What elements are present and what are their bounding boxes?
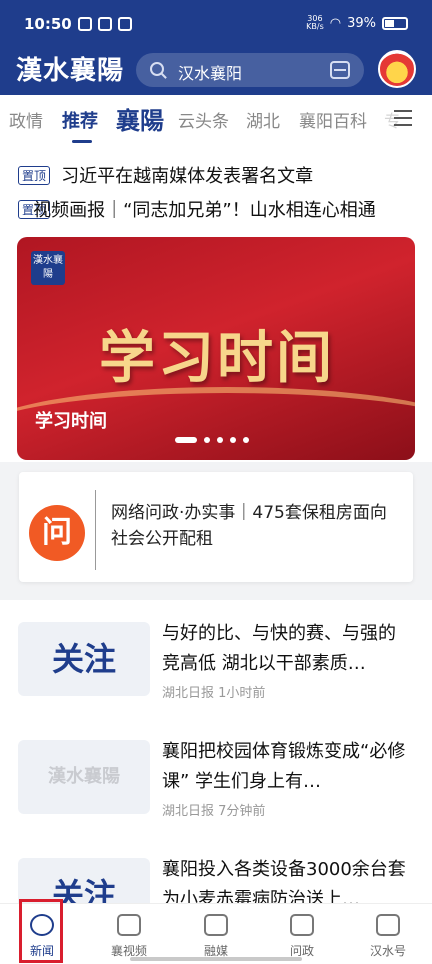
pinned-badge: 置顶 bbox=[18, 165, 51, 185]
channel-menu-icon[interactable] bbox=[394, 110, 412, 126]
pinned-title: 视频画报｜“同志加兄弟”！山水相连心相通 bbox=[33, 200, 376, 221]
nav-video[interactable]: 襄视频 bbox=[89, 914, 169, 959]
chat-icon bbox=[290, 914, 314, 936]
carousel-dot[interactable] bbox=[243, 437, 249, 443]
nav-label: 问政 bbox=[289, 944, 314, 958]
carousel-dot[interactable] bbox=[217, 437, 223, 443]
status-bar: 10:50 306 KB/s ◠ 39% bbox=[0, 0, 432, 50]
nav-label: 融媒 bbox=[203, 944, 228, 958]
wenzheng-text: 网络问政·办实事｜475套保租房面向社会公开配租 bbox=[111, 503, 387, 549]
nav-label: 襄视频 bbox=[110, 944, 147, 958]
bottom-nav: 新闻 襄视频 融媒 问政 汉水号 bbox=[0, 903, 432, 964]
pinned-item[interactable]: 置顶 习近平在越南媒体发表署名文章 bbox=[18, 162, 432, 188]
tab-xiangyang[interactable]: 襄陽 bbox=[116, 101, 164, 136]
notification-icon bbox=[98, 17, 112, 31]
play-icon bbox=[117, 914, 141, 936]
carousel-dot[interactable] bbox=[230, 437, 236, 443]
grid-icon bbox=[204, 914, 228, 936]
divider bbox=[95, 490, 96, 570]
carousel-dot[interactable] bbox=[204, 437, 210, 443]
news-time: 1小时前 bbox=[218, 686, 266, 701]
wave-icon bbox=[376, 914, 400, 936]
nav-label: 汉水号 bbox=[369, 944, 406, 958]
news-meta: 湖北日报 1小时前 bbox=[162, 682, 265, 701]
notification-icon bbox=[78, 17, 92, 31]
tab-recommend[interactable]: 推荐 bbox=[62, 107, 98, 133]
carousel-dot-active[interactable] bbox=[175, 437, 197, 443]
status-time: 10:50 bbox=[24, 15, 72, 33]
pinned-item[interactable]: 置顶 视频画报｜“同志加兄弟”！山水相连心相通 bbox=[18, 196, 432, 222]
carousel-dots[interactable] bbox=[175, 437, 249, 443]
wenzheng-card[interactable]: 问 网络问政·办实事｜475套保租房面向社会公开配租 bbox=[19, 472, 413, 582]
wenzheng-icon: 问 bbox=[29, 505, 85, 561]
tab-yuntoutiao[interactable]: 云头条 bbox=[178, 107, 229, 132]
banner-caption: 学习时间 bbox=[35, 411, 107, 432]
net-speed: 306 KB/s bbox=[306, 14, 324, 31]
nav-wenzheng[interactable]: 问政 bbox=[262, 914, 342, 959]
avatar[interactable] bbox=[378, 50, 416, 88]
header: 10:50 306 KB/s ◠ 39% 漢水襄陽 汉水襄阳 bbox=[0, 0, 432, 95]
battery-icon bbox=[382, 16, 408, 30]
news-item[interactable]: 关注 与好的比、与快的赛、与强的竞高低 湖北以干部素质… 湖北日报 1小时前 bbox=[0, 622, 432, 722]
news-meta: 湖北日报 7分钟前 bbox=[162, 800, 265, 819]
nav-hanshuihao[interactable]: 汉水号 bbox=[348, 914, 428, 959]
banner-headline: 学习时间 bbox=[99, 326, 335, 391]
channel-tabs: 政情 推荐 云头条 湖北 襄阳百科 专 bbox=[0, 95, 432, 143]
news-thumbnail: 关注 bbox=[18, 622, 150, 696]
nav-media[interactable]: 融媒 bbox=[176, 914, 256, 959]
status-right: 306 KB/s ◠ 39% bbox=[306, 15, 408, 31]
news-source: 湖北日报 bbox=[162, 686, 215, 701]
active-tab-indicator bbox=[72, 140, 92, 143]
tab-xiangyang-baike[interactable]: 襄阳百科 bbox=[299, 107, 367, 132]
app-logo[interactable]: 漢水襄陽 bbox=[16, 50, 124, 87]
news-title: 襄阳把校园体育锻炼变成“必修课” 学生们身上有… bbox=[162, 741, 406, 792]
search-bar[interactable]: 汉水襄阳 bbox=[136, 53, 364, 87]
news-title: 与好的比、与快的赛、与强的竞高低 湖北以干部素质… bbox=[162, 623, 396, 674]
search-text: 汉水襄阳 bbox=[178, 64, 243, 83]
nav-highlight-box bbox=[19, 899, 63, 963]
notification-icon bbox=[118, 17, 132, 31]
news-time: 7分钟前 bbox=[218, 804, 266, 819]
pinned-title: 习近平在越南媒体发表署名文章 bbox=[61, 166, 314, 187]
tab-zhengqing[interactable]: 政情 bbox=[9, 107, 43, 132]
news-source: 湖北日报 bbox=[162, 804, 215, 819]
search-icon bbox=[150, 62, 164, 76]
news-item[interactable]: 漢水襄陽 襄阳把校园体育锻炼变成“必修课” 学生们身上有… 湖北日报 7分钟前 bbox=[0, 740, 432, 840]
notification-icons bbox=[78, 17, 132, 31]
scan-icon[interactable] bbox=[330, 61, 350, 79]
wifi-icon: ◠ bbox=[329, 15, 342, 31]
battery-text: 39% bbox=[347, 15, 376, 31]
app-screen: 10:50 306 KB/s ◠ 39% 漢水襄陽 汉水襄阳 政情 推荐 云头条… bbox=[0, 0, 432, 964]
home-indicator[interactable] bbox=[130, 957, 302, 961]
news-thumbnail: 漢水襄陽 bbox=[18, 740, 150, 814]
banner-logo: 漢水襄陽 bbox=[31, 251, 65, 285]
tab-hubei[interactable]: 湖北 bbox=[246, 107, 280, 132]
banner-carousel[interactable]: 漢水襄陽 学习时间 学习时间 bbox=[17, 237, 415, 460]
